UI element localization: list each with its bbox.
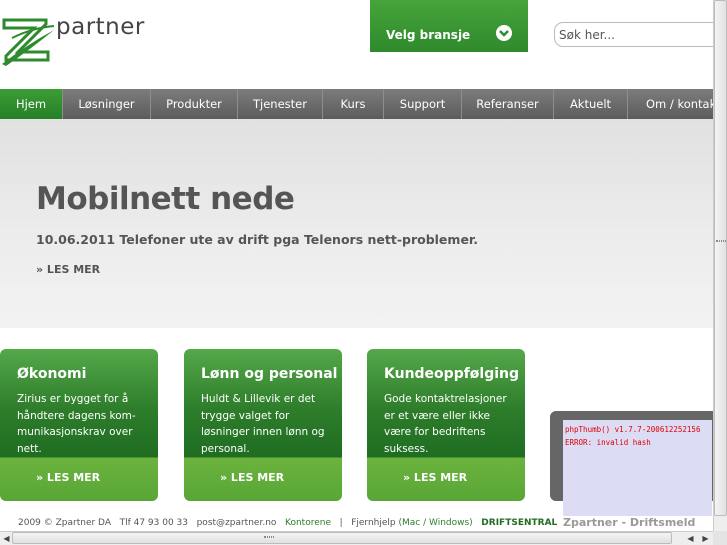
scroll-left-arrow-icon[interactable]: ◀: [684, 532, 697, 545]
card-lonn-og-personal[interactable]: Lønn og personal Huldt & Lillevik er det…: [184, 349, 342, 501]
hero-title: Mobilnett nede: [36, 181, 295, 217]
thumbnail-error-box: phpThumb() v1.7.7-200612252156 ERROR: in…: [563, 420, 712, 516]
scroll-corner: [713, 531, 727, 545]
nav-item-aktuelt[interactable]: Aktuelt: [554, 89, 628, 119]
logo-text[interactable]: partner: [56, 14, 145, 40]
nav-item-losninger[interactable]: Løsninger: [63, 89, 151, 119]
footer-separator: |: [339, 518, 343, 528]
scroll-right-arrow-icon[interactable]: ▶: [699, 532, 712, 545]
hero-banner: Mobilnett nede 10.06.2011 Telefoner ute …: [0, 119, 727, 328]
card-kundeoppfolging[interactable]: Kundeoppfølging Gode kontaktrelasjoner e…: [367, 349, 525, 501]
footer-mac-windows-link[interactable]: (Mac / Windows): [399, 518, 473, 528]
footer-email[interactable]: post@zpartner.no: [197, 518, 277, 528]
nav-item-kurs[interactable]: Kurs: [323, 89, 384, 119]
chevron-down-icon: [496, 25, 512, 41]
card-title: Økonomi: [17, 366, 87, 382]
card-okonomi[interactable]: Økonomi Zirius er bygget for å håndtere …: [0, 349, 158, 501]
card-text: Huldt & Lillevik er det trygge valget fo…: [201, 393, 325, 455]
card-text: Gode kontaktrelasjoner er et være eller …: [384, 393, 507, 455]
footer-copyright: 2009 © Zpartner DA: [18, 518, 111, 528]
footer-kontorene-link[interactable]: Kontorene: [285, 518, 331, 528]
hero-les-mer-link[interactable]: » LES MER: [36, 263, 100, 276]
horizontal-scroll-thumb[interactable]: [12, 532, 672, 544]
site-footer: 2009 © Zpartner DA Tlf 47 93 00 33 post@…: [0, 516, 713, 530]
hero-subtitle: 10.06.2011 Telefoner ute av drift pga Te…: [36, 232, 479, 247]
vertical-scroll-thumb[interactable]: [714, 0, 727, 516]
nav-item-support[interactable]: Support: [384, 89, 462, 119]
card-les-mer-link[interactable]: » LES MER: [220, 471, 284, 484]
nav-item-referanser[interactable]: Referanser: [462, 89, 554, 119]
site-header: partner Velg bransje: [0, 0, 727, 89]
nav-item-tjenester[interactable]: Tjenester: [238, 89, 323, 119]
scroll-grip-icon: [264, 536, 274, 538]
card-title: Lønn og personal: [201, 366, 338, 382]
footer-fjernhjelp: Fjernhjelp: [351, 518, 396, 528]
nav-item-produkter[interactable]: Produkter: [151, 89, 238, 119]
error-line-message: ERROR: invalid hash: [565, 438, 651, 447]
main-nav: Hjem Løsninger Produkter Tjenester Kurs …: [0, 89, 727, 119]
velg-bransje-label: Velg bransje: [386, 28, 471, 42]
error-line-version: phpThumb() v1.7.7-200612252156: [565, 425, 701, 434]
footer-driftsentral-link[interactable]: DRIFTSENTRAL: [481, 518, 557, 528]
nav-item-hjem[interactable]: Hjem: [0, 89, 63, 119]
card-title: Kundeoppfølging: [384, 366, 520, 382]
velg-bransje-button[interactable]: Velg bransje: [370, 0, 528, 52]
card-les-mer-link[interactable]: » LES MER: [36, 471, 100, 484]
card-les-mer-link[interactable]: » LES MER: [403, 471, 467, 484]
card-text: Zirius er bygget for å håndtere dagens k…: [17, 393, 136, 455]
footer-phone: Tlf 47 93 00 33: [119, 518, 188, 528]
scroll-grip-icon: [716, 240, 726, 242]
search-input[interactable]: [554, 22, 727, 47]
